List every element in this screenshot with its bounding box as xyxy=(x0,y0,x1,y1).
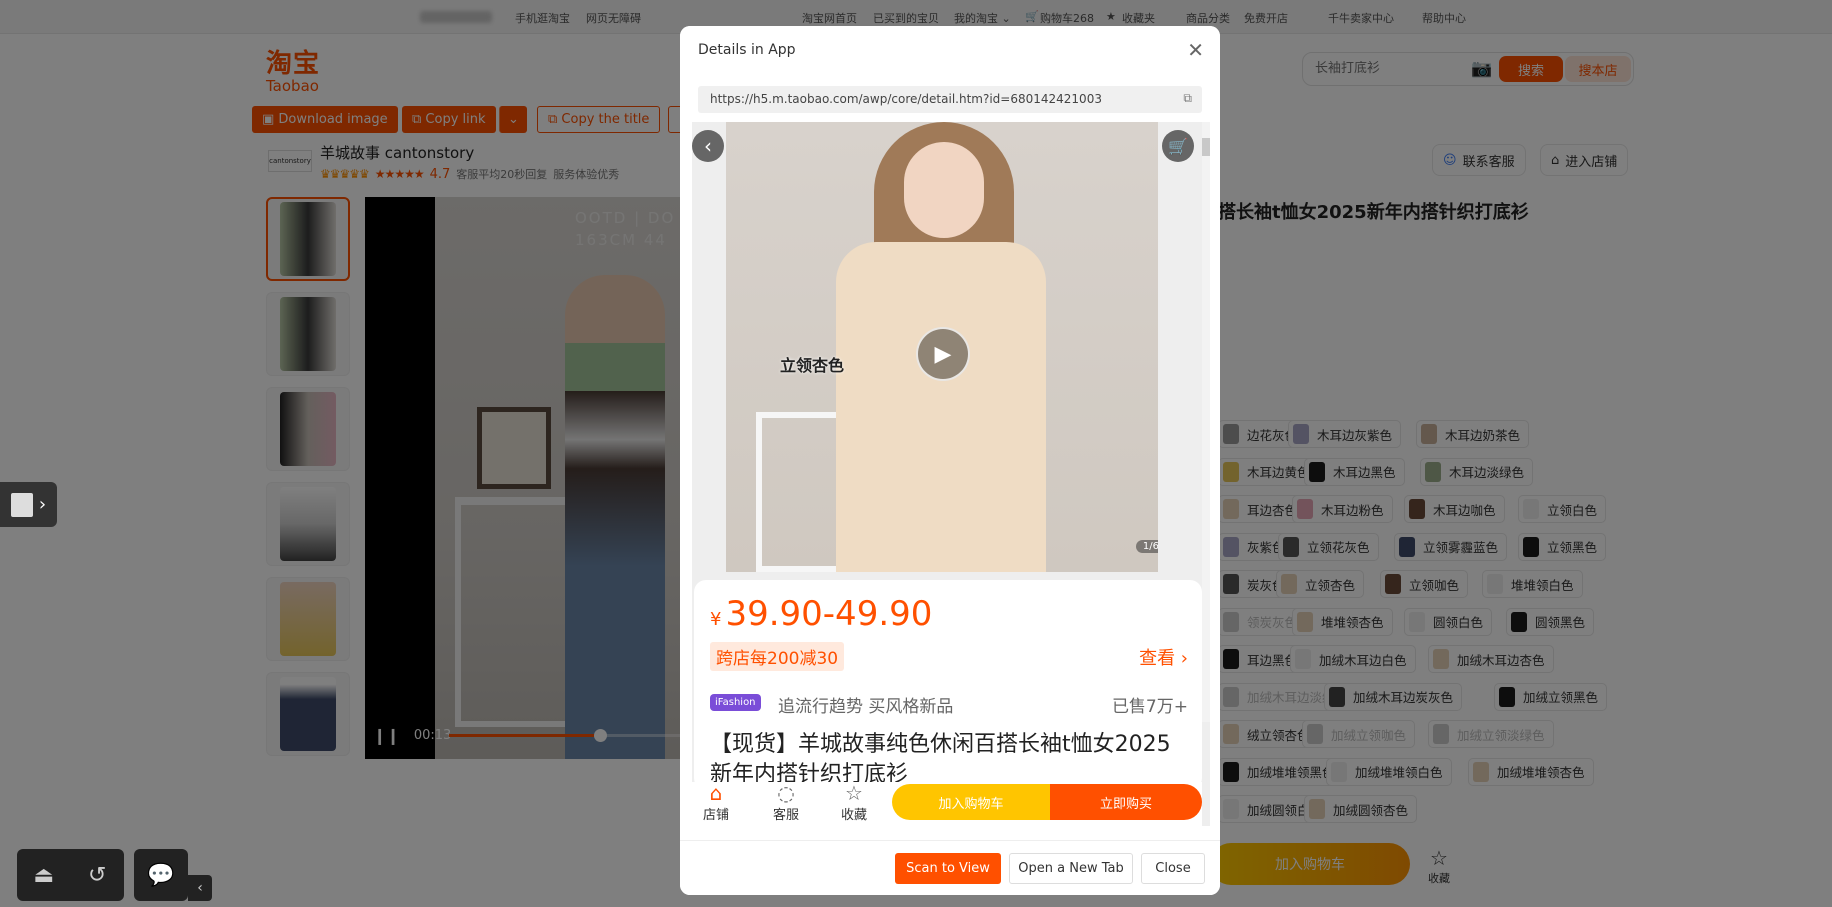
shop-icon: ⌂ xyxy=(709,781,723,805)
image-model-face xyxy=(904,142,984,238)
service-tab-label: 客服 xyxy=(772,808,799,823)
modal-title: Details in App xyxy=(698,42,796,58)
view-link[interactable]: 查看 › xyxy=(1139,644,1188,670)
side-panel-toggle[interactable]: › xyxy=(0,482,57,527)
service-icon: ◌ xyxy=(777,781,795,805)
sold-count: 已售7万+ xyxy=(1111,697,1188,717)
play-icon[interactable]: ▶ xyxy=(916,327,970,381)
favorite-tab[interactable]: ☆ 收藏 xyxy=(834,782,874,823)
product-image[interactable]: 立领杏色 ▶ 1/6 xyxy=(726,122,1158,572)
back-arrow-icon[interactable]: ‹ xyxy=(692,130,724,162)
star-outline-icon: ☆ xyxy=(845,781,863,805)
modal-header: Details in App ✕ xyxy=(680,26,1220,76)
mobile-bottom-bar: ⌂ 店铺 ◌ 客服 ☆ 收藏 加入购物车 立即购买 xyxy=(692,782,1202,826)
mobile-add-to-cart-button[interactable]: 加入购物车 xyxy=(892,784,1050,820)
service-tab[interactable]: ◌ 客服 xyxy=(766,782,806,823)
details-in-app-modal: Details in App ✕ https://h5.m.taobao.com… xyxy=(680,26,1220,895)
scan-to-view-button[interactable]: Scan to View xyxy=(895,853,1001,884)
url-bar[interactable]: https://h5.m.taobao.com/awp/core/detail.… xyxy=(698,86,1202,113)
vertical-scrollbar[interactable] xyxy=(1202,122,1210,722)
modal-footer: Scan to View Open a New Tab Close xyxy=(680,840,1220,895)
image-shelf xyxy=(756,412,846,572)
close-button[interactable]: Close xyxy=(1141,853,1205,884)
coupon-badge[interactable]: 跨店每200减30 xyxy=(710,642,845,671)
mobile-preview: 立领杏色 ▶ 1/6 ‹ 🛒 ¥39.90-49.90 跨店每200减30 查看… xyxy=(692,122,1210,826)
copy-icon[interactable]: ⧉ xyxy=(1183,91,1192,106)
close-icon[interactable]: ✕ xyxy=(1187,38,1204,62)
shop-tab-label: 店铺 xyxy=(702,808,729,823)
image-color-label: 立领杏色 xyxy=(780,356,845,375)
favorite-tab-label: 收藏 xyxy=(840,808,867,823)
bottom-dock: ⏏ ↺ xyxy=(17,849,124,901)
ifashion-badge: iFashion xyxy=(710,694,761,711)
image-shirt xyxy=(836,242,1046,572)
chat-bubble-icon: 💬 xyxy=(147,862,175,888)
panel-thumbnail xyxy=(10,492,33,517)
cart-icon[interactable]: 🛒 xyxy=(1162,130,1194,162)
layers-icon[interactable]: ⏏ xyxy=(17,863,71,888)
shop-tab[interactable]: ⌂ 店铺 xyxy=(696,782,736,823)
chevron-right-icon: › xyxy=(38,494,47,515)
price: ¥39.90-49.90 xyxy=(710,594,932,634)
dock-collapse-button[interactable]: ‹ xyxy=(188,875,212,901)
image-counter: 1/6 xyxy=(1135,540,1158,553)
buy-now-button[interactable]: 立即购买 xyxy=(1050,784,1202,820)
chevron-left-icon: ‹ xyxy=(197,880,203,896)
currency-symbol: ¥ xyxy=(710,609,722,630)
price-card: ¥39.90-49.90 跨店每200减30 查看 › iFashion 追流行… xyxy=(694,580,1202,790)
scrollbar-thumb[interactable] xyxy=(1202,138,1210,156)
chat-dock-button[interactable]: 💬 xyxy=(134,849,188,901)
price-value: 39.90-49.90 xyxy=(725,594,933,634)
open-new-tab-button[interactable]: Open a New Tab xyxy=(1009,853,1133,884)
trend-text: 追流行趋势 买风格新品 xyxy=(778,697,954,717)
url-text: https://h5.m.taobao.com/awp/core/detail.… xyxy=(710,92,1102,106)
history-icon[interactable]: ↺ xyxy=(71,863,125,888)
